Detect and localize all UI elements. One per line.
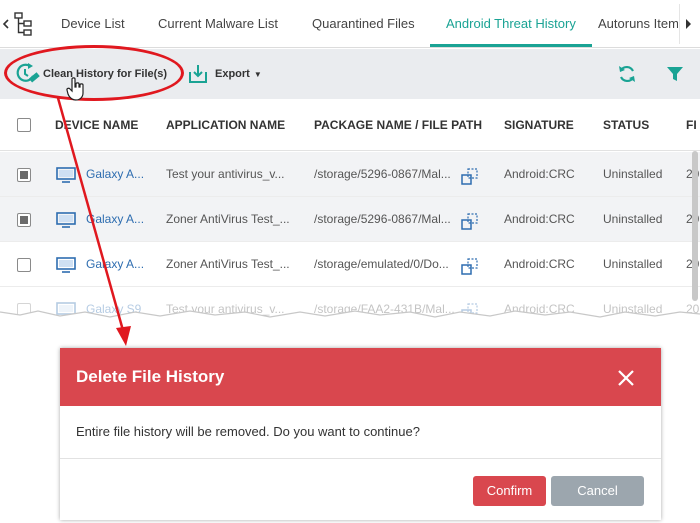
dialog-title: Delete File History <box>76 367 225 386</box>
dialog-message: Entire file history will be removed. Do … <box>76 424 420 439</box>
cancel-button[interactable]: Cancel <box>551 476 644 506</box>
dialog-header: Delete File History <box>60 348 661 406</box>
close-icon[interactable] <box>616 368 636 388</box>
dialog-divider <box>60 458 661 459</box>
delete-file-history-dialog: Delete File History Entire file history … <box>60 348 661 520</box>
confirm-button[interactable]: Confirm <box>473 476 546 506</box>
